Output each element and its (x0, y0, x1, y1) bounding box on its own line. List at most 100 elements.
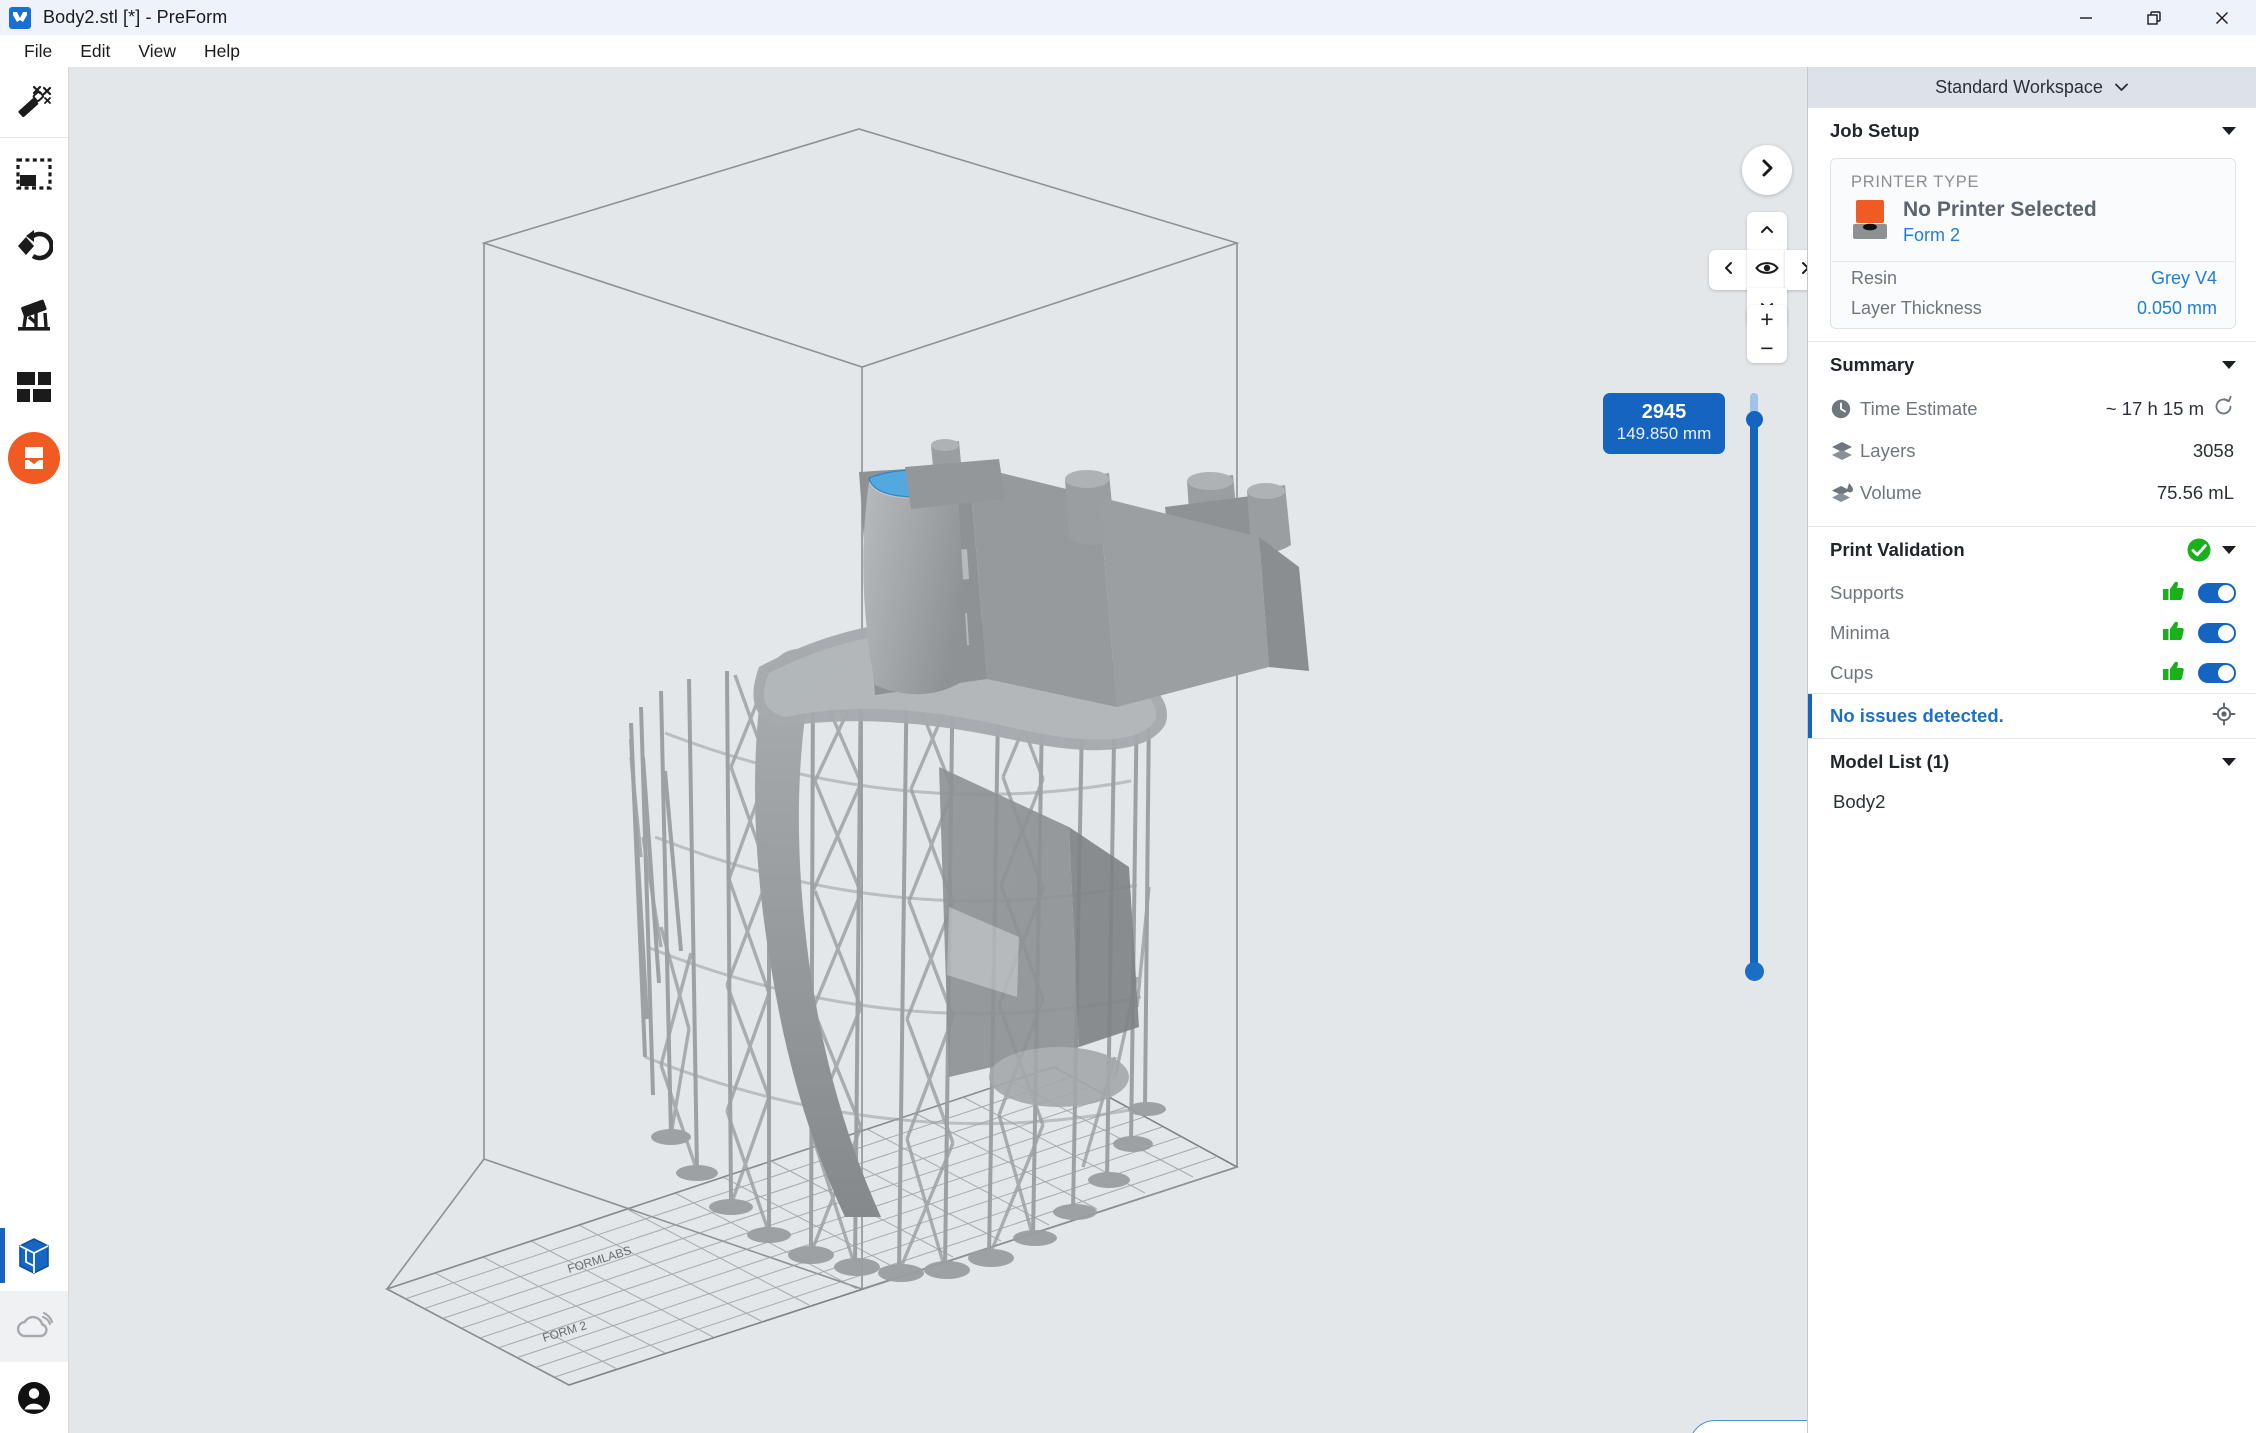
volume-label: Volume (1860, 482, 1922, 503)
print-job-icon (8, 431, 60, 484)
validation-row-supports: Supports (1808, 573, 2256, 613)
preform-logo-icon (9, 6, 31, 29)
title-bar: Body2.stl [*] - PreForm (0, 0, 2256, 35)
one-click-print-tool[interactable] (0, 67, 68, 138)
summary-row-time-estimate: Time Estimate ~ 17 h 15 m (1808, 388, 2256, 430)
layout-grid-icon (16, 371, 52, 403)
volume-drop-icon (1830, 482, 1860, 504)
supports-label: Supports (1830, 582, 1905, 603)
platform-engraving: FORMLABS FORM 2 (541, 1243, 633, 1345)
rotate-orientation-icon (15, 228, 53, 262)
pan-right-button[interactable] (1785, 250, 1807, 290)
pan-up-button[interactable] (1747, 212, 1787, 252)
validation-row-cups: Cups (1808, 653, 2256, 693)
layers-icon (1830, 440, 1860, 462)
spec-row-layer-thickness[interactable]: Layer Thickness 0.050 mm (1831, 295, 2235, 328)
workspace-selector[interactable]: Standard Workspace (1808, 67, 2256, 108)
view-eye-button[interactable] (1747, 250, 1787, 290)
menu-view[interactable]: View (124, 38, 190, 65)
layer-slider-handle[interactable] (1746, 411, 1763, 428)
minimize-button[interactable] (2052, 0, 2120, 35)
chevron-left-icon (1723, 260, 1735, 281)
chevron-up-icon (1759, 223, 1775, 241)
volume-value: 75.56 mL (2156, 482, 2234, 503)
scale-select-icon (15, 157, 53, 191)
zoom-in-button[interactable]: + (1747, 305, 1787, 334)
chevron-down-icon[interactable] (2222, 758, 2236, 766)
cloud-icon (14, 1311, 54, 1343)
menu-file[interactable]: File (10, 38, 66, 65)
chevron-right-icon (1756, 157, 1778, 184)
printer-icon (1851, 198, 1889, 247)
workspace-label: Standard Workspace (1935, 77, 2103, 97)
menu-edit[interactable]: Edit (66, 38, 124, 65)
zoom-controls[interactable]: + − (1747, 305, 1787, 363)
supports-tool[interactable] (0, 280, 68, 351)
size-scale-tool[interactable] (0, 138, 68, 209)
issues-status-row[interactable]: No issues detected. (1808, 693, 2256, 739)
printer-card: PRINTER TYPE No Printer Selected Form 2 … (1830, 158, 2236, 329)
supports-icon (15, 299, 53, 333)
account-tool[interactable] (0, 1362, 68, 1433)
chevron-right-icon (1799, 260, 1807, 281)
layers-value: 3058 (2192, 440, 2234, 461)
cups-label: Cups (1830, 662, 1874, 683)
layer-slider-bottom-knob[interactable] (1745, 962, 1764, 981)
thumbs-up-icon (2162, 621, 2184, 646)
model-name: Body2 (1833, 791, 1886, 812)
chevron-down-icon[interactable] (2222, 361, 2236, 369)
svg-text:FORMLABS: FORMLABS (566, 1243, 633, 1276)
layer-slider-fill (1750, 419, 1758, 975)
dashboard-cloud-tool[interactable] (0, 1291, 68, 1362)
print-job-tool[interactable] (0, 422, 68, 493)
window-title: Body2.stl [*] - PreForm (43, 7, 228, 27)
green-check-icon (2186, 537, 2212, 563)
chevron-down-icon (2114, 79, 2129, 97)
toolbar-bottom-group (0, 1220, 68, 1433)
pan-left-button[interactable] (1709, 250, 1749, 290)
build-volume-view-tool[interactable] (0, 1220, 68, 1291)
spec-row-resin[interactable]: Resin Grey V4 (1831, 262, 2235, 295)
layer-number: 2945 (1641, 401, 1687, 423)
left-toolbar (0, 67, 69, 1433)
user-account-icon (15, 1379, 53, 1417)
layout-tool[interactable] (0, 351, 68, 422)
chevron-down-icon[interactable] (2222, 546, 2236, 554)
print-validation-header[interactable]: Print Validation (1808, 527, 2256, 573)
build-scene: FORMLABS FORM 2 (384, 128, 1309, 1386)
printer-type-label: PRINTER TYPE (1851, 173, 1980, 191)
printer-name: No Printer Selected (1903, 198, 2097, 221)
supports-toggle[interactable] (2198, 583, 2236, 603)
resin-value[interactable]: Grey V4 (2151, 268, 2217, 289)
job-setup-title: Job Setup (1830, 120, 1920, 141)
layer-thickness-value[interactable]: 0.050 mm (2137, 298, 2217, 319)
thumbs-up-icon (2162, 661, 2184, 686)
viewport-3d[interactable]: FORMLABS FORM 2 + − 2945 149.850 mm (69, 67, 1807, 1433)
summary-header[interactable]: Summary (1808, 342, 2256, 388)
restore-button[interactable] (2120, 0, 2188, 35)
print-validation-title: Print Validation (1830, 539, 1965, 560)
layer-height: 149.850 mm (1616, 424, 1712, 443)
layer-thickness-label: Layer Thickness (1851, 298, 1982, 318)
printer-model-link[interactable]: Form 2 (1903, 225, 2097, 246)
refresh-icon[interactable] (2213, 395, 2234, 422)
list-item[interactable]: Body2 (1808, 785, 2256, 813)
collapse-panel-button[interactable] (1742, 145, 1792, 195)
summary-row-volume: Volume 75.56 mL (1808, 472, 2256, 514)
close-button[interactable] (2188, 0, 2256, 35)
build-volume-icon (16, 1236, 52, 1276)
menu-help[interactable]: Help (190, 38, 254, 65)
minima-toggle[interactable] (2198, 623, 2236, 643)
layer-slider[interactable] (1743, 393, 1765, 981)
model-list-header[interactable]: Model List (1) (1808, 739, 2256, 785)
job-setup-header[interactable]: Job Setup (1808, 108, 2256, 154)
feedback-button[interactable]: Feedback (1689, 1420, 1807, 1433)
magic-wand-icon (15, 83, 53, 121)
layer-slider-tooltip: 2945 149.850 mm (1603, 393, 1725, 455)
orientation-tool[interactable] (0, 209, 68, 280)
zoom-out-button[interactable]: − (1747, 334, 1787, 363)
chevron-down-icon[interactable] (2222, 127, 2236, 135)
cups-toggle[interactable] (2198, 663, 2236, 683)
target-locate-icon[interactable] (2212, 702, 2236, 731)
summary-row-layers: Layers 3058 (1808, 430, 2256, 472)
